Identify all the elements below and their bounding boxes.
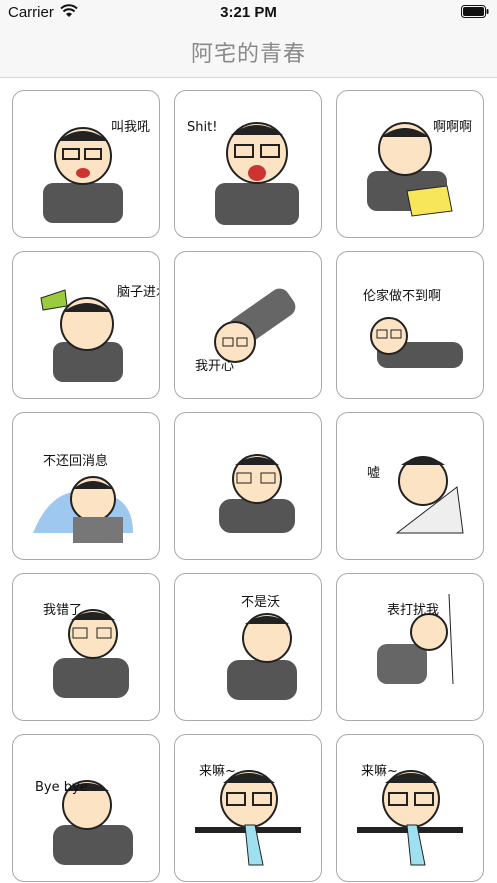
sticker-cell[interactable]: 我错了 — [12, 573, 160, 721]
sticker-caption: Bye bye — [35, 780, 88, 795]
status-bar: Carrier 3:21 PM — [0, 0, 497, 26]
sticker-icon: 不是沃 — [227, 595, 297, 700]
sticker-icon: 脑子进水啦 — [40, 285, 159, 382]
sticker-caption: 嘘 — [367, 466, 380, 481]
sticker-icon — [219, 454, 295, 533]
sticker-caption: 来嘛~ — [199, 763, 236, 779]
sticker-caption: 我错了 — [43, 603, 82, 618]
battery-icon — [461, 5, 489, 18]
sticker-icon: 嘘 — [367, 456, 464, 534]
sticker-icon: 我开心 — [195, 288, 296, 374]
sticker-cell[interactable]: 来嘛~ — [336, 734, 484, 882]
sticker-cell[interactable]: 伦家做不到啊 — [336, 251, 484, 399]
sticker-cell[interactable]: 叫我吼 — [12, 90, 160, 238]
sticker-cell[interactable]: 不还回消息 — [12, 412, 160, 560]
sticker-caption: 不还回消息 — [43, 453, 108, 469]
navigation-bar: 阿宅的青春 — [0, 26, 497, 78]
sticker-icon: 叫我吼 — [43, 120, 150, 223]
sticker-cell[interactable]: 啊啊啊 — [336, 90, 484, 238]
sticker-cell[interactable] — [174, 412, 322, 560]
sticker-icon: 来嘛~ — [357, 763, 463, 866]
sticker-cell[interactable]: 不是沃 — [174, 573, 322, 721]
sticker-cell[interactable]: 表打扰我 — [336, 573, 484, 721]
sticker-icon: 啊啊啊 — [367, 120, 472, 217]
sticker-cell[interactable]: 来嘛~ — [174, 734, 322, 882]
sticker-cell[interactable]: 我开心 — [174, 251, 322, 399]
sticker-icon: Bye bye — [35, 780, 133, 865]
sticker-caption: 叫我吼 — [111, 120, 150, 135]
sticker-cell[interactable]: Shit! — [174, 90, 322, 238]
sticker-caption: 我开心 — [195, 359, 234, 374]
sticker-caption: 啊啊啊 — [433, 120, 472, 135]
sticker-icon: 我错了 — [43, 603, 129, 698]
sticker-icon: 来嘛~ — [195, 763, 301, 866]
sticker-caption: Shit! — [187, 120, 217, 135]
sticker-cell[interactable]: 嘘 — [336, 412, 484, 560]
sticker-caption: 表打扰我 — [387, 603, 439, 618]
sticker-icon: Shit! — [187, 120, 299, 225]
sticker-icon: 伦家做不到啊 — [363, 288, 463, 368]
sticker-caption: 伦家做不到啊 — [363, 288, 441, 304]
sticker-icon: 表打扰我 — [377, 593, 454, 685]
sticker-cell[interactable]: 脑子进水啦 — [12, 251, 160, 399]
sticker-cell[interactable]: Bye bye — [12, 734, 160, 882]
sticker-caption: 来嘛~ — [361, 763, 398, 779]
sticker-icon: 不还回消息 — [33, 453, 133, 543]
sticker-caption: 不是沃 — [241, 595, 280, 610]
sticker-grid: 叫我吼 Shit! 啊啊啊 脑子进水啦 — [12, 90, 484, 882]
clock: 3:21 PM — [220, 4, 277, 21]
page-title: 阿宅的青春 — [190, 41, 306, 66]
sticker-caption: 脑子进水啦 — [117, 285, 159, 300]
